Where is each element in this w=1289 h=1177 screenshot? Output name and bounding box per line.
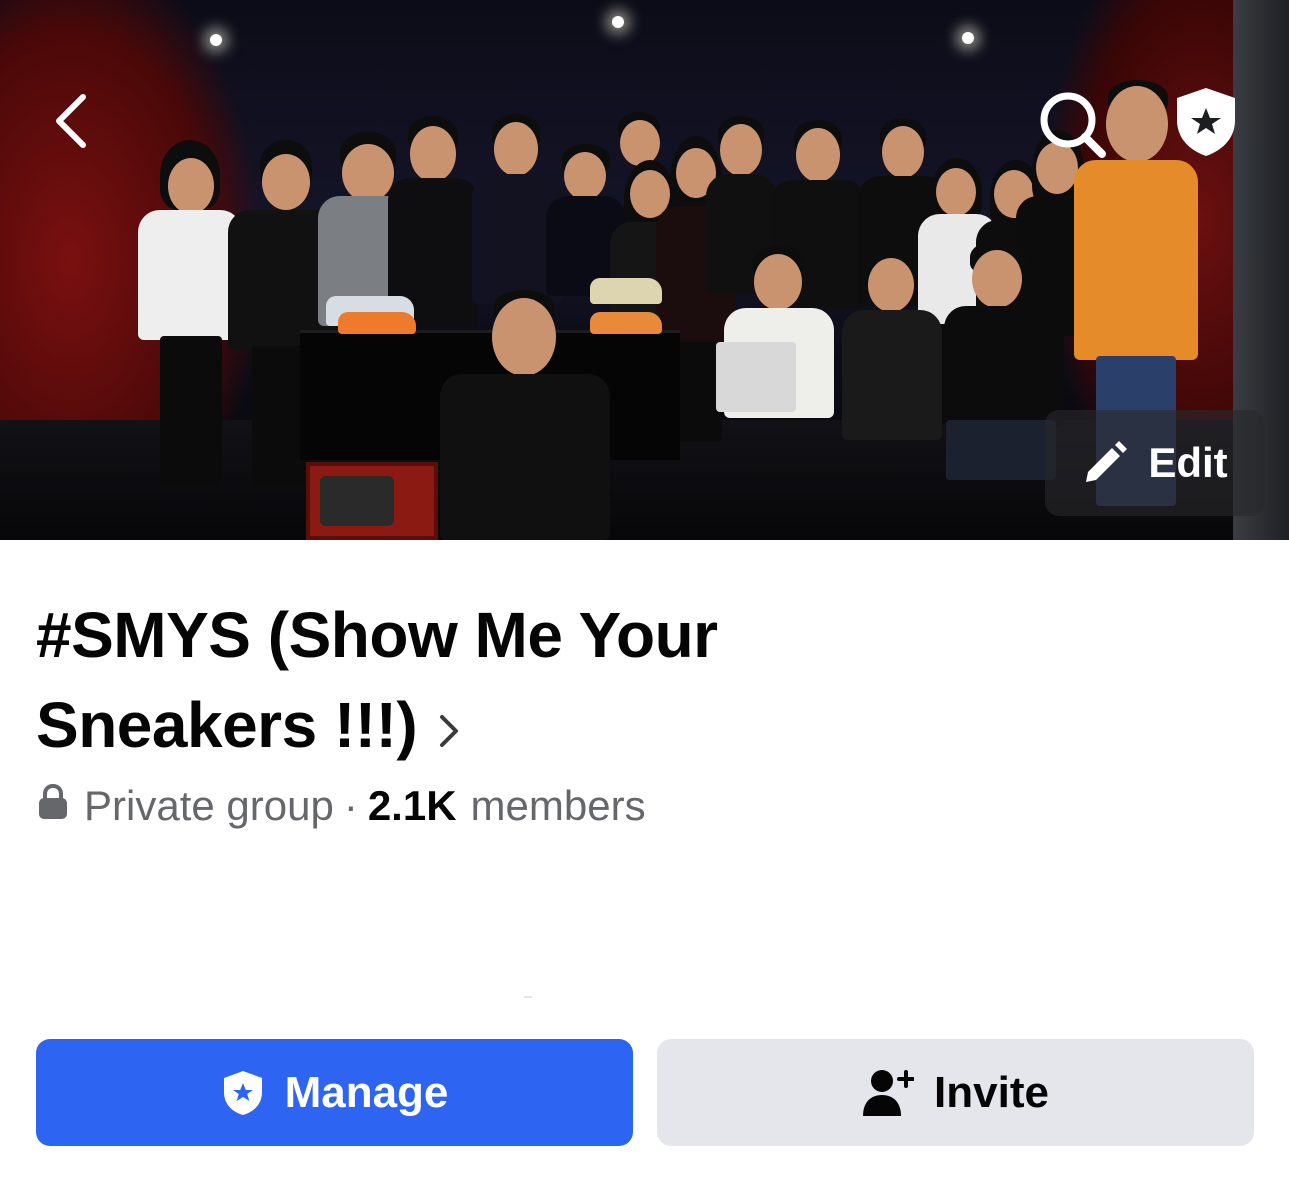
admin-tools-button[interactable] bbox=[1168, 84, 1244, 160]
lock-icon bbox=[38, 782, 68, 830]
stage-light bbox=[612, 16, 624, 28]
edit-label: Edit bbox=[1148, 439, 1228, 486]
stage-light bbox=[962, 32, 974, 44]
group-name-text: #SMYS (Show Me Your Sneakers !!!) bbox=[36, 599, 718, 761]
search-icon bbox=[1040, 92, 1106, 158]
member-count[interactable]: 2.1K bbox=[368, 782, 457, 830]
invite-button[interactable]: Invite bbox=[657, 1039, 1254, 1146]
stage-light bbox=[210, 34, 222, 46]
manage-label: Manage bbox=[284, 1067, 449, 1117]
group-name[interactable]: #SMYS (Show Me Your Sneakers !!!) bbox=[36, 590, 916, 771]
admin-shield-icon bbox=[1177, 88, 1235, 156]
divider bbox=[524, 996, 532, 998]
add-person-icon bbox=[863, 1069, 915, 1116]
group-cover-photo[interactable]: Edit bbox=[0, 0, 1289, 540]
group-meta: Private group · 2.1K members bbox=[38, 776, 646, 836]
group-page: Edit #SMYS (Show Me Your Sneakers !!!) P… bbox=[0, 0, 1289, 1177]
member-label[interactable]: members bbox=[471, 782, 646, 830]
retro-tv bbox=[306, 462, 438, 540]
chevron-left-icon bbox=[56, 94, 86, 148]
edit-cover-button[interactable]: Edit bbox=[1045, 410, 1265, 516]
chevron-right-icon bbox=[439, 681, 459, 771]
meta-separator: · bbox=[343, 782, 358, 829]
admin-shield-icon bbox=[223, 1070, 262, 1115]
sneaker bbox=[338, 312, 416, 334]
pencil-icon bbox=[1086, 441, 1128, 482]
invite-label: Invite bbox=[934, 1067, 1049, 1117]
person bbox=[838, 250, 948, 470]
back-button[interactable] bbox=[40, 86, 100, 156]
person bbox=[716, 246, 834, 486]
manage-button[interactable]: Manage bbox=[36, 1039, 633, 1146]
privacy-label[interactable]: Private group bbox=[84, 782, 334, 830]
search-button[interactable] bbox=[1034, 86, 1112, 164]
person bbox=[420, 290, 620, 540]
